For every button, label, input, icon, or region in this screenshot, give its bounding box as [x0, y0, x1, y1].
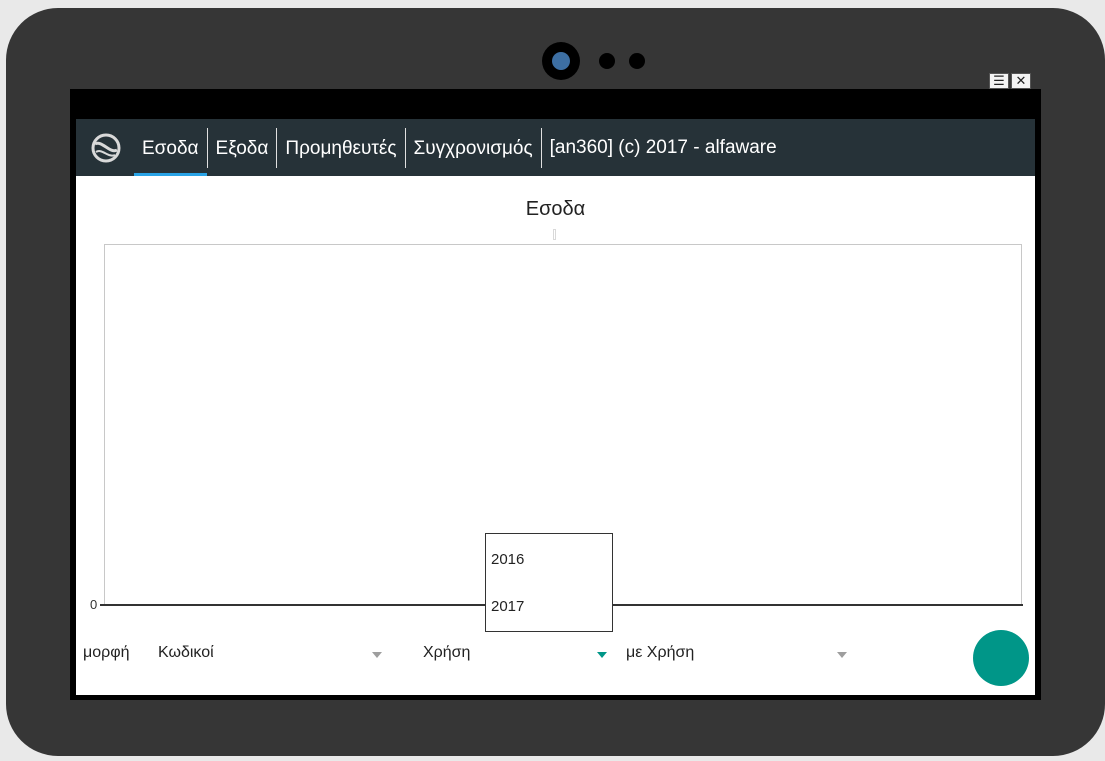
tab-sync[interactable]: Συγχρονισμός	[406, 119, 541, 176]
year-select[interactable]: Χρήση	[423, 640, 611, 668]
status-bar	[70, 89, 1041, 119]
chevron-down-icon	[597, 652, 607, 658]
format-select[interactable]: Κωδικοί	[158, 640, 388, 668]
chevron-down-icon	[372, 652, 382, 658]
year-select-value: Χρήση	[423, 644, 471, 661]
app-title: [an360] (c) 2017 - alfaware	[549, 136, 777, 158]
dropdown-option-2016[interactable]: 2016	[491, 551, 524, 568]
format-label: μορφή	[83, 644, 130, 661]
chart-title: Εσοδα	[525, 198, 586, 220]
filter-row: μορφή Κωδικοί Χρήση με Χρήση	[76, 628, 1035, 678]
camera	[542, 42, 580, 80]
app-logo-icon[interactable]	[90, 132, 122, 164]
tab-income[interactable]: Εσοδα	[134, 119, 207, 176]
window-controls: ☰ ✕	[989, 73, 1031, 89]
sensor-dot	[599, 53, 615, 69]
navigation-bar: Εσοδα Εξοδα Προμηθευτές Συγχρονισμός [an…	[76, 119, 1035, 176]
format-select-value: Κωδικοί	[158, 644, 214, 661]
compare-year-select[interactable]: με Χρήση	[626, 640, 856, 668]
app-screen: Εσοδα Εξοδα Προμηθευτές Συγχρονισμός [an…	[70, 89, 1041, 700]
legend-marker	[553, 229, 556, 240]
floating-action-button[interactable]	[973, 630, 1029, 686]
menu-icon[interactable]: ☰	[989, 73, 1009, 89]
main-content: Εσοδα 0 2016 2017 μορφή Κωδικοί Χρήση με…	[76, 176, 1035, 695]
compare-year-select-value: με Χρήση	[626, 644, 695, 661]
year-dropdown-menu: 2016 2017	[485, 533, 613, 632]
chevron-down-icon	[837, 652, 847, 658]
tab-suppliers[interactable]: Προμηθευτές	[277, 119, 404, 176]
dropdown-option-2017[interactable]: 2017	[491, 598, 524, 615]
y-axis-tick-label: 0	[90, 597, 98, 612]
tab-expenses[interactable]: Εξοδα	[208, 119, 277, 176]
sensor-dot	[629, 53, 645, 69]
camera-lens	[552, 52, 570, 70]
close-icon[interactable]: ✕	[1011, 73, 1031, 89]
